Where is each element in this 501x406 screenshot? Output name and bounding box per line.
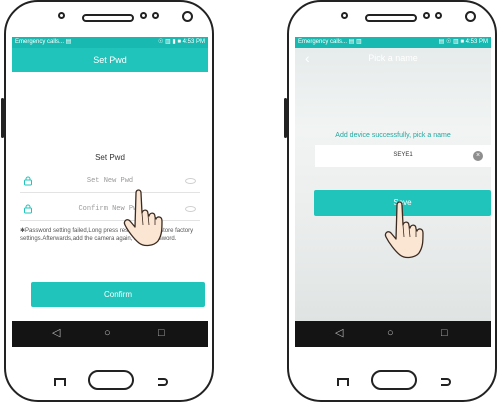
pointing-hand-icon bbox=[123, 189, 163, 247]
status-left-text: Emergency calls... ▤ bbox=[15, 39, 72, 45]
front-sensor-3 bbox=[435, 12, 442, 19]
clear-icon[interactable]: × bbox=[473, 151, 483, 161]
success-prompt: Add device successfully, pick a name bbox=[335, 132, 451, 139]
status-right-text: ▤ ☉ ▥ ■ 4:53 PM bbox=[438, 39, 488, 45]
status-bar: Emergency calls... ▤ ▥ ▤ ☉ ▥ ■ 4:53 PM bbox=[295, 37, 491, 48]
front-sensor bbox=[341, 12, 348, 19]
hardware-recent-button[interactable] bbox=[54, 378, 66, 386]
volume-button bbox=[1, 98, 4, 138]
status-left-text: Emergency calls... ▤ ▥ bbox=[298, 39, 362, 45]
hardware-home-button[interactable] bbox=[88, 370, 134, 390]
eye-icon[interactable] bbox=[185, 178, 196, 184]
hardware-back-button[interactable] bbox=[441, 378, 451, 386]
recent-apps-icon[interactable]: □ bbox=[158, 326, 165, 340]
phone-right: Emergency calls... ▤ ▥ ▤ ☉ ▥ ■ 4:53 PM ‹… bbox=[284, 0, 497, 402]
phone-screen-set-pwd: Emergency calls... ▤ ☉ ▥ ▮ ■ 4:53 PM Set… bbox=[12, 37, 208, 347]
header-bar: Set Pwd bbox=[12, 48, 208, 72]
password-reset-note: ✱Password setting failed,Long press rese… bbox=[20, 228, 194, 242]
home-icon[interactable]: ○ bbox=[104, 326, 111, 340]
pointing-hand-icon bbox=[384, 201, 424, 259]
earpiece-speaker bbox=[365, 14, 417, 22]
hardware-back-button[interactable] bbox=[158, 378, 168, 386]
section-title: Set Pwd bbox=[95, 153, 125, 162]
android-nav-bar: ◁ ○ □ bbox=[295, 321, 491, 347]
back-icon[interactable]: ◁ bbox=[52, 326, 60, 340]
front-sensor-2 bbox=[140, 12, 147, 19]
status-right-text: ☉ ▥ ▮ ■ 4:53 PM bbox=[158, 39, 205, 45]
status-bar: Emergency calls... ▤ ☉ ▥ ▮ ■ 4:53 PM bbox=[12, 37, 208, 48]
new-password-placeholder: Set New Pwd bbox=[86, 177, 134, 185]
hardware-recent-button[interactable] bbox=[337, 378, 349, 386]
front-sensor-3 bbox=[152, 12, 159, 19]
confirm-button[interactable]: Confirm bbox=[31, 282, 205, 307]
front-camera bbox=[465, 11, 476, 22]
device-name-value: SEYE1 bbox=[393, 152, 413, 158]
recent-apps-icon[interactable]: □ bbox=[441, 326, 448, 340]
phone-screen-pick-name: Emergency calls... ▤ ▥ ▤ ☉ ▥ ■ 4:53 PM ‹… bbox=[295, 37, 491, 347]
earpiece-speaker bbox=[82, 14, 134, 22]
volume-button bbox=[284, 98, 287, 138]
back-icon[interactable]: ◁ bbox=[335, 326, 343, 340]
eye-icon[interactable] bbox=[185, 206, 196, 212]
header-title: Pick a name bbox=[368, 53, 418, 63]
phone-left: Emergency calls... ▤ ☉ ▥ ▮ ■ 4:53 PM Set… bbox=[1, 0, 214, 402]
front-sensor-2 bbox=[423, 12, 430, 19]
background-photo bbox=[295, 48, 491, 321]
android-nav-bar: ◁ ○ □ bbox=[12, 321, 208, 347]
hardware-home-button[interactable] bbox=[371, 370, 417, 390]
front-sensor bbox=[58, 12, 65, 19]
header-title: Set Pwd bbox=[93, 55, 127, 65]
device-name-input[interactable]: SEYE1 × bbox=[315, 145, 491, 167]
home-icon[interactable]: ○ bbox=[387, 326, 394, 340]
front-camera bbox=[182, 11, 193, 22]
